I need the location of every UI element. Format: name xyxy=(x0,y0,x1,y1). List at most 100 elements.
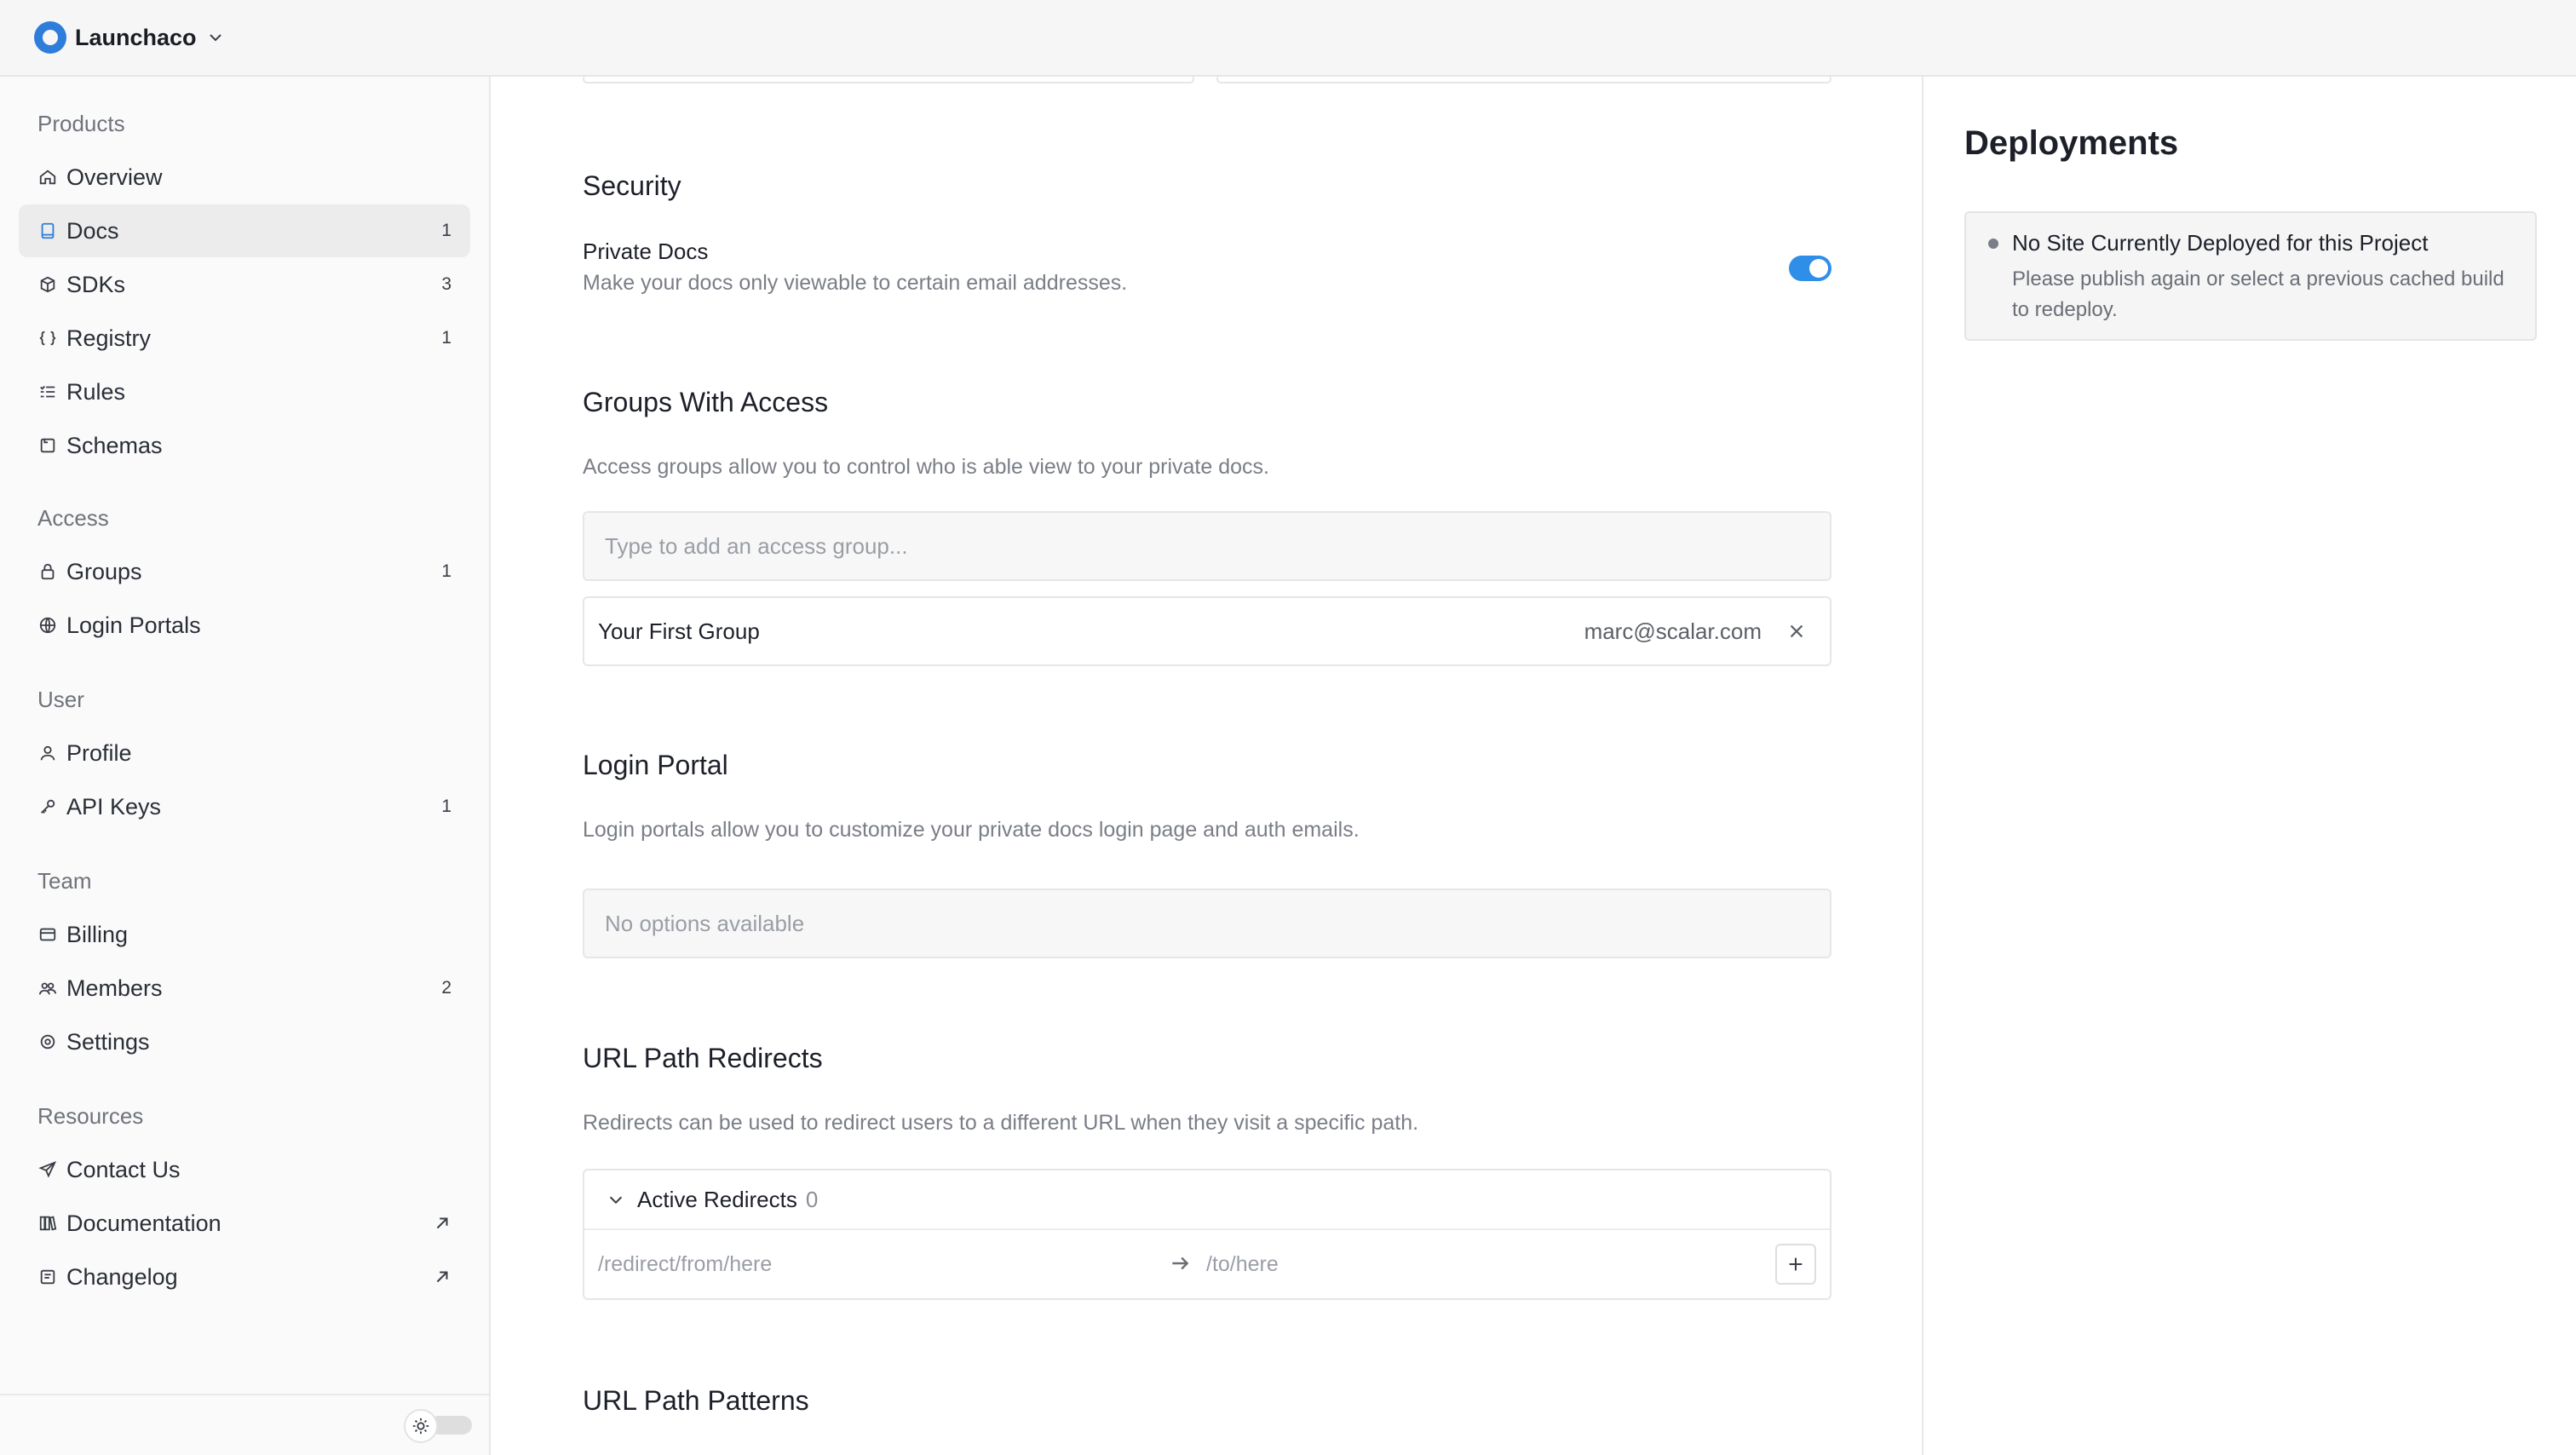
private-docs-description: Make your docs only viewable to certain … xyxy=(583,271,1128,295)
sidebar-item-documentation[interactable]: Documentation xyxy=(19,1197,470,1250)
package-icon xyxy=(37,274,58,295)
patterns-title: URL Path Patterns xyxy=(583,1385,809,1416)
previous-field-left[interactable] xyxy=(583,77,1194,83)
notes-icon xyxy=(37,1267,58,1287)
sidebar-item-docs[interactable]: Docs 1 xyxy=(19,204,470,257)
group-name: Your First Group xyxy=(598,618,760,644)
sidebar-item-label: API Keys xyxy=(66,793,162,820)
sidebar-item-schemas[interactable]: Schemas xyxy=(19,419,470,472)
sidebar-item-label: Contact Us xyxy=(66,1156,181,1182)
access-group-input[interactable] xyxy=(605,532,1830,560)
sidebar-item-groups[interactable]: Groups 1 xyxy=(19,545,470,598)
close-icon[interactable] xyxy=(1785,620,1808,642)
sidebar-item-count: 3 xyxy=(441,274,451,294)
sidebar-section-team: Team xyxy=(37,868,92,894)
sidebar-item-api-keys[interactable]: API Keys 1 xyxy=(19,780,470,833)
group-email: marc@scalar.com xyxy=(1584,618,1762,644)
sidebar-item-sdks[interactable]: SDKs 3 xyxy=(19,258,470,311)
sidebar-item-login-portals[interactable]: Login Portals xyxy=(19,599,470,652)
team-name[interactable]: Launchaco xyxy=(75,25,197,51)
sidebar-item-label: Login Portals xyxy=(66,612,201,638)
login-portal-select[interactable]: No options available xyxy=(583,889,1831,958)
redirects-title: URL Path Redirects xyxy=(583,1043,823,1073)
sidebar-item-count: 1 xyxy=(441,561,451,581)
sidebar-item-rules[interactable]: Rules xyxy=(19,365,470,418)
sidebar-item-label: Registry xyxy=(66,325,152,351)
home-icon xyxy=(37,167,58,187)
sidebar-item-overview[interactable]: Overview xyxy=(19,151,470,204)
sidebar-item-label: Documentation xyxy=(66,1210,221,1236)
sidebar-item-label: Billing xyxy=(66,921,129,947)
add-redirect-button[interactable] xyxy=(1775,1244,1816,1285)
sidebar-item-profile[interactable]: Profile xyxy=(19,727,470,779)
sidebar-item-label: Docs xyxy=(66,217,119,244)
sidebar-item-billing[interactable]: Billing xyxy=(19,908,470,961)
sidebar-item-count: 2 xyxy=(441,978,451,998)
sidebar-item-registry[interactable]: Registry 1 xyxy=(19,312,470,365)
sun-icon xyxy=(404,1409,438,1443)
list-check-icon xyxy=(37,382,58,402)
sidebar-item-label: Schemas xyxy=(66,432,163,458)
active-redirects-count: 0 xyxy=(805,1186,819,1212)
groups-title: Groups With Access xyxy=(583,387,829,417)
sidebar: Products Overview Docs 1 SDKs 3 Registry… xyxy=(0,77,491,1455)
deployments-panel: Deployments No Site Currently Deployed f… xyxy=(1922,77,2576,1455)
key-icon xyxy=(37,797,58,817)
private-docs-toggle[interactable] xyxy=(1789,256,1831,281)
schema-icon xyxy=(37,435,58,456)
sidebar-item-contact-us[interactable]: Contact Us xyxy=(19,1143,470,1196)
deployment-status-title: No Site Currently Deployed for this Proj… xyxy=(2012,230,2429,256)
deployment-status-card: No Site Currently Deployed for this Proj… xyxy=(1964,211,2537,341)
sidebar-footer xyxy=(0,1394,489,1455)
group-row: Your First Group marc@scalar.com xyxy=(583,596,1831,666)
active-redirects-label: Active Redirects xyxy=(637,1186,797,1212)
groups-description: Access groups allow you to control who i… xyxy=(583,455,1269,479)
private-docs-label: Private Docs xyxy=(583,239,709,264)
access-group-input-wrapper xyxy=(583,511,1831,581)
globe-icon xyxy=(37,615,58,635)
main-content: Security Private Docs Make your docs onl… xyxy=(491,77,1922,1455)
deployment-status-message: Please publish again or select a previou… xyxy=(2012,267,2504,321)
login-portal-description: Login portals allow you to customize you… xyxy=(583,818,1360,842)
redirects-panel: Active Redirects 0 /redirect/from/here /… xyxy=(583,1169,1831,1300)
sidebar-item-settings[interactable]: Settings xyxy=(19,1015,470,1068)
sidebar-item-label: Groups xyxy=(66,558,142,584)
user-icon xyxy=(37,743,58,763)
sidebar-section-user: User xyxy=(37,687,84,712)
sidebar-item-label: Overview xyxy=(66,164,163,190)
sidebar-item-label: Profile xyxy=(66,739,132,766)
external-link-icon xyxy=(433,1214,451,1233)
chevron-down-icon xyxy=(609,1196,623,1205)
sidebar-item-label: SDKs xyxy=(66,271,126,297)
library-icon xyxy=(37,1213,58,1234)
arrow-right-icon xyxy=(1169,1252,1191,1274)
braces-icon xyxy=(37,328,58,348)
external-link-icon xyxy=(433,1268,451,1286)
login-portal-title: Login Portal xyxy=(583,750,728,780)
sidebar-item-changelog[interactable]: Changelog xyxy=(19,1251,470,1303)
plus-icon xyxy=(1789,1257,1803,1271)
sidebar-section-resources: Resources xyxy=(37,1103,144,1129)
sidebar-item-label: Changelog xyxy=(66,1263,178,1290)
redirect-to-input[interactable]: /to/here xyxy=(1206,1252,1279,1277)
send-icon xyxy=(37,1159,58,1180)
team-logo-icon[interactable] xyxy=(34,21,66,54)
status-dot-icon xyxy=(1988,239,1998,249)
previous-field-right[interactable] xyxy=(1216,77,1831,83)
deployments-title: Deployments xyxy=(1964,124,2179,162)
sidebar-item-label: Members xyxy=(66,975,163,1001)
sidebar-item-members[interactable]: Members 2 xyxy=(19,962,470,1015)
sidebar-item-count: 1 xyxy=(441,797,451,816)
redirect-from-input[interactable]: /redirect/from/here xyxy=(598,1252,772,1277)
lock-icon xyxy=(37,561,58,582)
theme-toggle[interactable] xyxy=(404,1409,472,1443)
sidebar-item-count: 1 xyxy=(441,221,451,240)
book-icon xyxy=(37,221,58,241)
active-redirects-header[interactable]: Active Redirects 0 xyxy=(584,1170,1830,1230)
sidebar-item-count: 1 xyxy=(441,328,451,348)
users-icon xyxy=(37,978,58,998)
redirects-description: Redirects can be used to redirect users … xyxy=(583,1111,1419,1135)
chevron-down-icon[interactable] xyxy=(207,29,224,46)
sidebar-item-label: Settings xyxy=(66,1028,150,1055)
sidebar-section-access: Access xyxy=(37,505,109,531)
